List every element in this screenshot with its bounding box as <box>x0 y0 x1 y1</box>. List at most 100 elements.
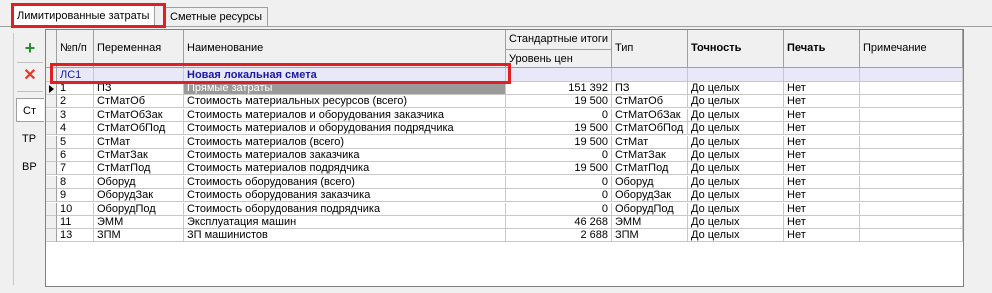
cell-variable[interactable]: ОборудПод <box>94 202 184 216</box>
cell-type[interactable]: СтМатПод <box>612 162 688 176</box>
cell-type[interactable]: ЭММ <box>612 216 688 229</box>
cell-variable[interactable]: ОборудЗак <box>94 189 184 203</box>
table-row[interactable]: 2 СтМатОб Стоимость материальных ресурсов … <box>46 95 963 109</box>
table-row[interactable]: 10 ОборудПод Стоимость оборудования подряд… <box>46 202 963 216</box>
cell-variable[interactable]: СтМатОб <box>94 95 184 109</box>
cell-precision[interactable]: До целых <box>688 202 784 216</box>
cell-value[interactable]: 2 688 <box>506 229 612 243</box>
cell-note[interactable] <box>860 189 963 203</box>
cell-name[interactable]: Стоимость материальных ресурсов (всего) <box>184 95 506 109</box>
cell-note[interactable] <box>860 82 963 95</box>
header-note[interactable]: Примечание <box>860 30 963 68</box>
cell-print[interactable]: Нет <box>784 189 860 203</box>
table-row[interactable]: 7 СтМатПод Стоимость материалов подрядчика… <box>46 162 963 176</box>
cell-num[interactable]: 8 <box>57 175 94 189</box>
cell-note[interactable] <box>860 162 963 176</box>
cell-print[interactable]: Нет <box>784 175 860 189</box>
cell-variable[interactable]: СтМат <box>94 135 184 149</box>
cell-note[interactable] <box>860 229 963 243</box>
cell-value[interactable]: 0 <box>506 175 612 189</box>
table-row[interactable]: 11 ЭММ Эксплуатация машин 46 268 ЭММ До целых… <box>46 216 963 229</box>
cell-value[interactable]: 0 <box>506 189 612 203</box>
cell-num[interactable]: 3 <box>57 108 94 122</box>
cell-print[interactable]: Нет <box>784 229 860 243</box>
side-tab-vr[interactable]: ВР <box>16 155 44 179</box>
cell-note[interactable] <box>860 149 963 162</box>
cell-variable[interactable]: СтМатЗак <box>94 149 184 162</box>
side-tab-tr[interactable]: ТР <box>16 127 44 151</box>
cell-print[interactable]: Нет <box>784 108 860 122</box>
cell-note[interactable] <box>860 202 963 216</box>
cell-print[interactable]: Нет <box>784 82 860 95</box>
cell-type[interactable]: ОборудЗак <box>612 189 688 203</box>
header-precision[interactable]: Точность <box>688 30 784 68</box>
cell-note[interactable] <box>860 122 963 136</box>
cell-value[interactable]: 19 500 <box>506 122 612 136</box>
cell-precision[interactable]: До целых <box>688 216 784 229</box>
cell-value[interactable]: 0 <box>506 108 612 122</box>
table-row[interactable]: 5 СтМат Стоимость материалов (всего) 19 500… <box>46 135 963 149</box>
cell-type[interactable]: ПЗ <box>612 82 688 95</box>
table-row[interactable]: 13 ЗПМ ЗП машинистов 2 688 ЗПМ До целых Нет <box>46 229 963 243</box>
cell-value[interactable]: 0 <box>506 149 612 162</box>
cell-variable[interactable]: ПЗ <box>94 82 184 95</box>
cell-name[interactable]: Стоимость оборудования подрядчика <box>184 202 506 216</box>
cell-type[interactable]: ЗПМ <box>612 229 688 243</box>
cell-print[interactable]: Нет <box>784 149 860 162</box>
table-row[interactable]: 1 ПЗ Прямые затраты 151 392 ПЗ До целых Нет <box>46 82 963 95</box>
cell-name[interactable]: Стоимость материалов подрядчика <box>184 162 506 176</box>
tab-estimate-resources[interactable]: Сметные ресурсы <box>164 7 269 26</box>
side-tab-st[interactable]: Ст <box>16 98 44 122</box>
cell-print[interactable]: Нет <box>784 95 860 109</box>
cell-num[interactable]: 5 <box>57 135 94 149</box>
cell-precision[interactable]: До целых <box>688 175 784 189</box>
cell-note[interactable] <box>860 95 963 109</box>
cell-name[interactable]: Стоимость материалов и оборудования подр… <box>184 122 506 136</box>
cell-num[interactable]: 10 <box>57 202 94 216</box>
header-print[interactable]: Печать <box>784 30 860 68</box>
table-row[interactable]: 8 Оборуд Стоимость оборудования (всего) 0 Об… <box>46 175 963 189</box>
cell-precision[interactable]: До целых <box>688 149 784 162</box>
cell-value[interactable]: 19 500 <box>506 95 612 109</box>
cell-name[interactable]: Эксплуатация машин <box>184 216 506 229</box>
cell-variable[interactable]: ЭММ <box>94 216 184 229</box>
cell-precision[interactable]: До целых <box>688 135 784 149</box>
cell-variable[interactable]: СтМатПод <box>94 162 184 176</box>
cell-type[interactable]: СтМатЗак <box>612 149 688 162</box>
cell-name[interactable]: Прямые затраты <box>184 82 506 95</box>
cell-name[interactable]: Стоимость материалов (всего) <box>184 135 506 149</box>
cell-num[interactable]: 9 <box>57 189 94 203</box>
cell-variable[interactable]: СтМатОбЗак <box>94 108 184 122</box>
cell-type[interactable]: СтМатОбЗак <box>612 108 688 122</box>
header-name[interactable]: Наименование <box>184 30 506 68</box>
cell-print[interactable]: Нет <box>784 162 860 176</box>
cell-type[interactable]: Оборуд <box>612 175 688 189</box>
cell-value[interactable]: 46 268 <box>506 216 612 229</box>
cell-num[interactable]: 13 <box>57 229 94 243</box>
cell-print[interactable]: Нет <box>784 122 860 136</box>
tab-limited-costs[interactable]: Лимитированные затраты <box>11 5 156 27</box>
cell-num[interactable]: 1 <box>57 82 94 95</box>
cell-precision[interactable]: До целых <box>688 108 784 122</box>
cell-note[interactable] <box>860 108 963 122</box>
cell-name[interactable]: Стоимость материалов заказчика <box>184 149 506 162</box>
cell-variable[interactable]: СтМатОбПод <box>94 122 184 136</box>
cell-num[interactable]: 7 <box>57 162 94 176</box>
cell-print[interactable]: Нет <box>784 202 860 216</box>
cell-value[interactable]: 19 500 <box>506 135 612 149</box>
cell-type[interactable]: СтМатОб <box>612 95 688 109</box>
cell-value[interactable]: 19 500 <box>506 162 612 176</box>
cell-type[interactable]: СтМат <box>612 135 688 149</box>
cell-variable[interactable]: Оборуд <box>94 175 184 189</box>
cell-num[interactable]: 2 <box>57 95 94 109</box>
table-row[interactable]: 4 СтМатОбПод Стоимость материалов и оборуд… <box>46 122 963 136</box>
table-row[interactable]: 9 ОборудЗак Стоимость оборудования заказчи… <box>46 189 963 203</box>
cell-value[interactable]: 0 <box>506 202 612 216</box>
cell-print[interactable]: Нет <box>784 135 860 149</box>
plus-icon[interactable]: + <box>17 35 43 61</box>
cell-name[interactable]: Стоимость оборудования (всего) <box>184 175 506 189</box>
cell-variable[interactable]: ЗПМ <box>94 229 184 243</box>
cell-note[interactable] <box>860 175 963 189</box>
group-row[interactable]: ЛС1 Новая локальная смета <box>46 68 963 82</box>
cell-precision[interactable]: До целых <box>688 189 784 203</box>
